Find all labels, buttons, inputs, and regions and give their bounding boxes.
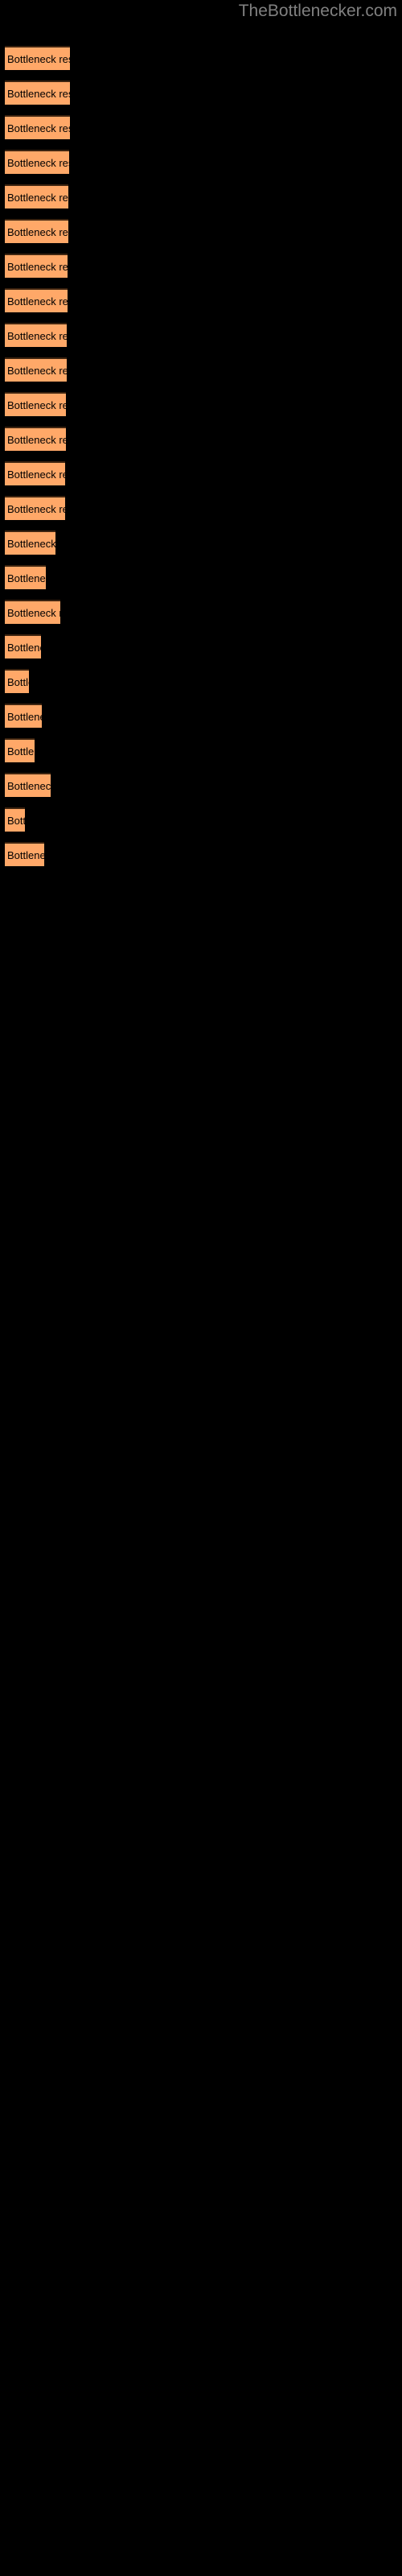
bar-label: Bottleneck result: [7, 815, 25, 827]
bar-label: Bottleneck result: [7, 330, 67, 342]
bar-label: Bottleneck result: [7, 434, 66, 446]
bar-label: Bottleneck result: [7, 399, 66, 411]
bottleneck-bar-chart: Bottleneck result Bottleneck result Bottle…: [0, 0, 402, 2576]
bottleneck-result-bar[interactable]: Bottleneck result: [5, 842, 44, 866]
bar-label: Bottleneck result: [7, 122, 70, 134]
bottleneck-result-bar[interactable]: Bottleneck result: [5, 150, 69, 174]
bar-label: Bottleneck result: [7, 192, 68, 204]
bar-label: Bottleneck result: [7, 53, 70, 65]
bar-label: Bottleneck result: [7, 295, 68, 308]
bottleneck-result-bar[interactable]: Bottleneck result: [5, 738, 35, 762]
bottleneck-result-bar[interactable]: Bottleneck result: [5, 80, 70, 105]
bar-label: Bottleneck result: [7, 607, 60, 619]
bottleneck-result-bar[interactable]: Bottleneck result: [5, 392, 66, 416]
bottleneck-result-bar[interactable]: Bottleneck result: [5, 288, 68, 312]
bottleneck-result-bar[interactable]: Bottleneck result: [5, 115, 70, 139]
bottleneck-result-bar[interactable]: Bottleneck result: [5, 357, 67, 382]
bottleneck-result-bar[interactable]: Bottleneck result: [5, 600, 60, 624]
bar-label: Bottleneck result: [7, 88, 70, 100]
bar-label: Bottleneck result: [7, 503, 65, 515]
bottleneck-result-bar[interactable]: Bottleneck result: [5, 46, 70, 70]
bottleneck-result-bar[interactable]: Bottleneck result: [5, 323, 67, 347]
bar-label: Bottleneck result: [7, 676, 29, 688]
bar-label: Bottleneck result: [7, 261, 68, 273]
bottleneck-result-bar[interactable]: Bottleneck result: [5, 496, 65, 520]
bar-label: Bottleneck result: [7, 469, 65, 481]
bottleneck-result-bar[interactable]: Bottleneck result: [5, 219, 68, 243]
bar-label: Bottleneck result: [7, 642, 41, 654]
bottleneck-result-bar[interactable]: Bottleneck result: [5, 807, 25, 832]
bottleneck-result-bar[interactable]: Bottleneck result: [5, 427, 66, 451]
bottleneck-result-bar[interactable]: Bottleneck result: [5, 773, 51, 797]
bottleneck-result-bar[interactable]: Bottleneck result: [5, 461, 65, 485]
bottleneck-result-bar[interactable]: Bottleneck result: [5, 254, 68, 278]
bar-label: Bottleneck result: [7, 365, 67, 377]
bar-label: Bottleneck result: [7, 157, 69, 169]
bottleneck-result-bar[interactable]: Bottleneck result: [5, 184, 68, 208]
bar-label: Bottleneck result: [7, 226, 68, 238]
bar-label: Bottleneck result: [7, 711, 42, 723]
bar-label: Bottleneck result: [7, 538, 55, 550]
bar-label: Bottleneck result: [7, 849, 44, 861]
bar-label: Bottleneck result: [7, 572, 46, 584]
bottleneck-result-bar[interactable]: Bottleneck result: [5, 530, 55, 555]
bottleneck-result-bar[interactable]: Bottleneck result: [5, 669, 29, 693]
bottleneck-result-bar[interactable]: Bottleneck result: [5, 634, 41, 658]
bar-label: Bottleneck result: [7, 745, 35, 758]
bar-label: Bottleneck result: [7, 780, 51, 792]
bottleneck-result-bar[interactable]: Bottleneck result: [5, 565, 46, 589]
bottleneck-result-bar[interactable]: Bottleneck result: [5, 704, 42, 728]
